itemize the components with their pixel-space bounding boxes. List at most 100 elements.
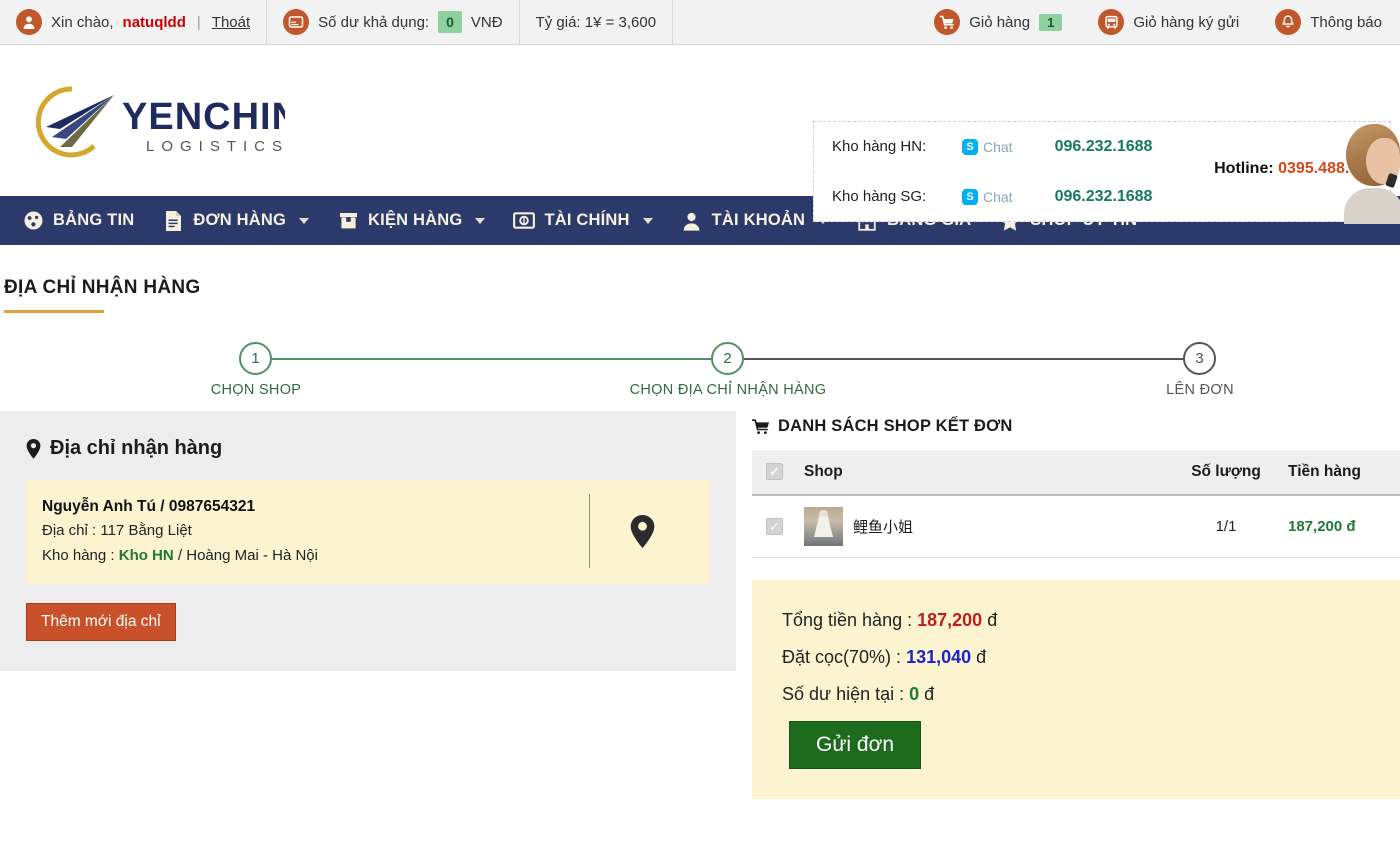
select-all-checkbox[interactable]: ✓ xyxy=(766,463,783,480)
nav-item-label: ĐƠN HÀNG xyxy=(193,211,286,230)
shop-list-title: DANH SÁCH SHOP KẾT ĐƠN xyxy=(778,417,1013,436)
contact-info-box: Kho hàng HN: S Chat 096.232.1688 Kho hàn… xyxy=(813,121,1391,222)
nav-item-don-hang[interactable]: ĐƠN HÀNG xyxy=(148,196,323,245)
stepper-line-1-2 xyxy=(271,358,715,360)
page-content: ĐỊA CHỈ NHẬN HÀNG 1 CHỌN SHOP 2 CHỌN ĐỊA… xyxy=(0,245,1400,799)
shop-table: ✓ Shop Số lượng Tiền hàng ✓ xyxy=(752,450,1400,558)
shop-table-body: ✓ 鲤鱼小姐 1/1 187,200 đ xyxy=(752,495,1400,558)
checkout-stepper: 1 CHỌN SHOP 2 CHỌN ĐỊA CHỈ NHẬN HÀNG 3 L… xyxy=(0,319,1400,411)
table-row[interactable]: ✓ 鲤鱼小姐 1/1 187,200 đ xyxy=(752,495,1400,558)
summary-deposit-label: Đặt cọc(70%) : xyxy=(782,647,901,667)
user-greeting-cell: Xin chào, natuqldd | Thoát xyxy=(0,0,267,44)
summary-balance-value: 0 xyxy=(909,684,919,704)
nav-item-label: KIỆN HÀNG xyxy=(368,211,462,230)
svg-text:LOGISTICS: LOGISTICS xyxy=(146,138,285,155)
stepper-line-2-3 xyxy=(742,358,1184,360)
skype-chat-sg[interactable]: S Chat xyxy=(962,189,1013,205)
skype-chat-sg-label: Chat xyxy=(983,189,1013,205)
hotline-label: Hotline: xyxy=(1214,160,1274,177)
balance-value: 0 xyxy=(438,11,462,33)
nav-item-label: TÀI CHÍNH xyxy=(544,211,629,230)
site-logo[interactable]: YENCHINA LOGISTICS xyxy=(0,73,285,169)
stepper-circle-3[interactable]: 3 xyxy=(1183,342,1216,375)
contact-row-hn: Kho hàng HN: S Chat 096.232.1688 xyxy=(832,122,1152,172)
warehouse-district: / Hoàng Mai - Hà Nội xyxy=(174,547,318,564)
nav-item-tai-chinh[interactable]: TÀI CHÍNH xyxy=(499,196,666,245)
address-label: Địa chỉ : xyxy=(42,522,100,539)
topbar-spacer xyxy=(673,0,916,44)
address-panel-title: Địa chỉ nhận hàng xyxy=(50,437,222,460)
shopping-cart-icon xyxy=(934,9,960,35)
warehouse-hn-label: Kho hàng HN: xyxy=(832,138,962,155)
greeting-text: Xin chào, xyxy=(51,14,114,31)
dashboard-icon xyxy=(22,210,44,231)
summary-total-unit: đ xyxy=(987,610,997,630)
summary-total-row: Tổng tiền hàng : 187,200 đ xyxy=(782,610,1400,631)
summary-deposit-unit: đ xyxy=(976,647,986,667)
row-select-cell: ✓ xyxy=(752,495,796,558)
logout-link[interactable]: Thoát xyxy=(212,14,250,31)
warehouse-hn-phone[interactable]: 096.232.1688 xyxy=(1055,138,1153,156)
stepper-number: 1 xyxy=(251,350,259,367)
exchange-rate-cell: Tỷ giá: 1¥ = 3,600 xyxy=(520,0,674,44)
summary-deposit-value: 131,040 xyxy=(906,647,971,667)
add-address-button[interactable]: Thêm mới địa chỉ xyxy=(26,603,176,641)
stepper-label-3: LÊN ĐƠN xyxy=(1166,382,1234,398)
warehouse-value: Kho HN xyxy=(119,547,174,564)
summary-total-value: 187,200 xyxy=(917,610,982,630)
table-header-row: ✓ Shop Số lượng Tiền hàng xyxy=(752,450,1400,495)
svg-text:YENCHINA: YENCHINA xyxy=(122,96,285,138)
address-map-button[interactable] xyxy=(590,494,694,568)
stepper-circle-1[interactable]: 1 xyxy=(239,342,272,375)
nav-item-bang-tin[interactable]: BẢNG TIN xyxy=(8,196,148,245)
shop-thumbnail xyxy=(804,507,843,546)
stepper-number: 2 xyxy=(723,350,731,367)
page-title: ĐỊA CHỈ NHẬN HÀNG xyxy=(2,245,1400,299)
row-checkbox[interactable]: ✓ xyxy=(766,518,783,535)
chevron-down-icon xyxy=(643,218,653,224)
stepper-circle-2[interactable]: 2 xyxy=(711,342,744,375)
address-card[interactable]: Nguyễn Anh Tú / 0987654321 Địa chỉ : 117… xyxy=(26,480,710,584)
skype-chat-hn-label: Chat xyxy=(983,139,1013,155)
summary-balance-row: Số dư hiện tại : 0 đ xyxy=(782,684,1400,705)
contact-row-sg: Kho hàng SG: S Chat 096.232.1688 xyxy=(832,172,1152,222)
stepper-label-1: CHỌN SHOP xyxy=(211,382,302,398)
submit-order-button[interactable]: Gửi đơn xyxy=(789,721,921,769)
notification-label: Thông báo xyxy=(1310,14,1382,31)
site-header: YENCHINA LOGISTICS Kho hàng HN: S Chat 0… xyxy=(0,45,1400,196)
row-quantity: 1/1 xyxy=(1172,495,1280,558)
nav-item-kien-hang[interactable]: KIỆN HÀNG xyxy=(323,196,499,245)
balance-currency: VNĐ xyxy=(471,14,503,31)
nav-item-label: TÀI KHOẢN xyxy=(712,211,805,230)
skype-icon: S xyxy=(962,139,978,155)
notification-button[interactable]: Thông báo xyxy=(1257,0,1400,44)
warehouse-sg-phone[interactable]: 096.232.1688 xyxy=(1055,188,1153,206)
stepper-number: 3 xyxy=(1195,350,1203,367)
shop-summary-column: DANH SÁCH SHOP KẾT ĐƠN ✓ Shop Số lượng T… xyxy=(752,411,1400,799)
chevron-down-icon xyxy=(299,218,309,224)
support-agent-photo xyxy=(1344,116,1400,224)
shop-name[interactable]: 鲤鱼小姐 xyxy=(853,516,913,537)
bell-icon xyxy=(1275,9,1301,35)
exchange-rate-label: Tỷ giá: 1¥ = 3,600 xyxy=(536,14,657,31)
address-details: Nguyễn Anh Tú / 0987654321 Địa chỉ : 117… xyxy=(42,494,581,568)
cart-count-badge: 1 xyxy=(1039,14,1062,31)
bus-icon xyxy=(1098,9,1124,35)
row-amount-currency: đ xyxy=(1346,518,1355,535)
row-amount-cell: 187,200 đ xyxy=(1280,495,1400,558)
yenchina-logo-icon: YENCHINA LOGISTICS xyxy=(10,73,285,169)
summary-balance-unit: đ xyxy=(924,684,934,704)
address-column: Địa chỉ nhận hàng Nguyễn Anh Tú / 098765… xyxy=(0,411,736,799)
warehouse-contacts: Kho hàng HN: S Chat 096.232.1688 Kho hàn… xyxy=(814,122,1152,222)
cart-button[interactable]: Giỏ hàng 1 xyxy=(916,0,1080,44)
skype-chat-hn[interactable]: S Chat xyxy=(962,139,1013,155)
cart-icon xyxy=(752,419,770,435)
balance-label: Số dư khả dụng: xyxy=(318,14,429,31)
address-value: 117 Bằng Liệt xyxy=(100,522,191,539)
username-label: natuqldd xyxy=(123,14,186,31)
row-shop-cell: 鲤鱼小姐 xyxy=(796,495,1172,558)
shop-table-head: ✓ Shop Số lượng Tiền hàng xyxy=(752,450,1400,495)
consign-cart-button[interactable]: Giỏ hàng ký gửi xyxy=(1080,0,1257,44)
agent-body xyxy=(1344,188,1400,224)
column-header-quantity: Số lượng xyxy=(1172,450,1280,495)
